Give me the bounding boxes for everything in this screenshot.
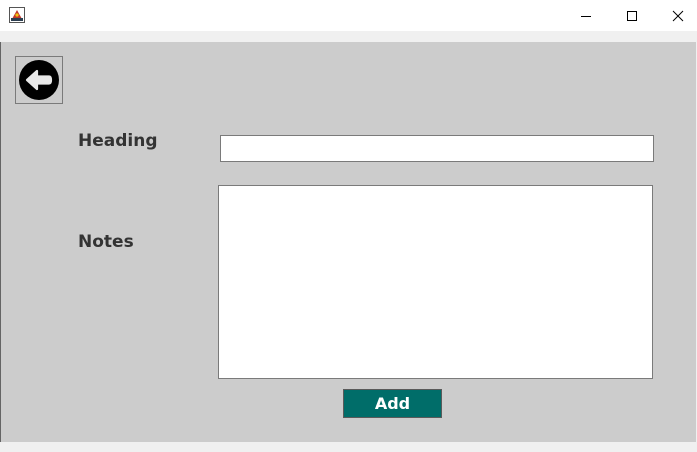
notes-textarea[interactable] xyxy=(218,185,653,379)
arrow-left-circle-icon xyxy=(19,60,59,100)
back-button[interactable] xyxy=(15,56,63,104)
window-bottom-strip xyxy=(0,442,697,452)
close-icon xyxy=(672,10,684,21)
notes-label: Notes xyxy=(78,232,134,252)
title-bar xyxy=(0,0,697,31)
maximize-button[interactable] xyxy=(609,0,655,31)
heading-label: Heading xyxy=(78,131,158,151)
heading-input[interactable] xyxy=(220,135,654,162)
panel-left-border xyxy=(0,42,1,442)
add-button[interactable]: Add xyxy=(343,389,442,418)
minimize-button[interactable] xyxy=(563,0,609,31)
close-button[interactable] xyxy=(655,0,697,31)
maximize-icon xyxy=(627,10,637,21)
minimize-icon xyxy=(581,15,591,17)
app-icon[interactable] xyxy=(9,7,25,23)
menu-strip xyxy=(0,31,697,42)
